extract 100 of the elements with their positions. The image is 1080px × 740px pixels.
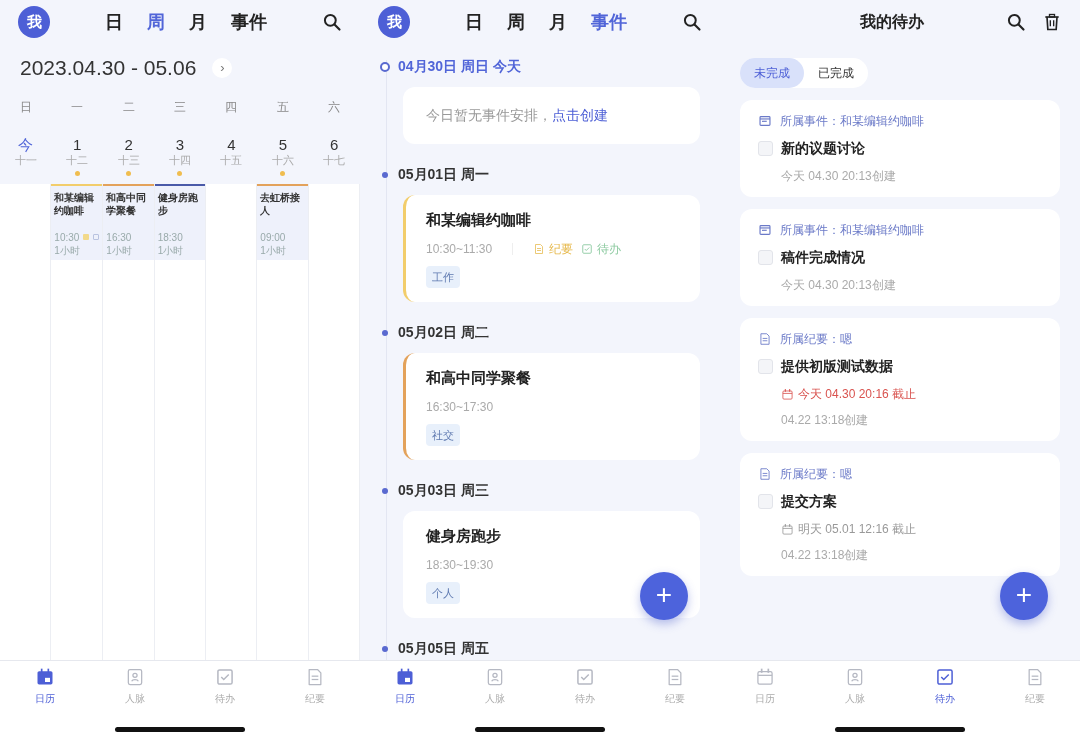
- event-block[interactable]: 健身房跑步 18:30 1小时: [154, 183, 205, 260]
- add-button[interactable]: +: [1000, 572, 1048, 620]
- event-time: 18:30: [157, 230, 183, 244]
- created-time: 04.22 13:18创建: [781, 547, 870, 564]
- event-icon: [758, 223, 772, 237]
- next-week-button[interactable]: ›: [212, 57, 233, 78]
- weekday-label: 五: [275, 98, 290, 116]
- event-block[interactable]: 和高中同学聚餐 16:30 1小时: [103, 183, 154, 260]
- tab-bar-item[interactable]: 待办: [900, 661, 990, 706]
- event-block[interactable]: 去虹桥接人 09:00 1小时: [257, 183, 308, 260]
- avatar[interactable]: 我: [378, 6, 410, 38]
- checkbox-icon: [575, 667, 595, 687]
- weekday-label: 三: [173, 98, 187, 116]
- contact-card-icon: [125, 667, 145, 687]
- day-number[interactable]: 2: [124, 135, 133, 154]
- source-link[interactable]: 所属纪要：嗯: [780, 330, 852, 348]
- search-icon[interactable]: [682, 12, 702, 32]
- deadline-text: 今天 04.30 20:16 截止: [798, 386, 917, 403]
- document-icon: [758, 332, 772, 346]
- view-tab[interactable]: 周: [507, 8, 525, 36]
- filter-tab[interactable]: 已完成: [804, 58, 868, 88]
- source-link[interactable]: 所属事件：和某编辑约咖啡: [780, 112, 924, 130]
- event-block[interactable]: 和某编辑约咖啡 10:30 1小时: [51, 183, 103, 260]
- trash-icon: [1042, 12, 1062, 32]
- search-icon[interactable]: [322, 12, 342, 32]
- event-time: 09:00: [260, 230, 286, 244]
- todo-title: 稿件完成情况: [781, 248, 865, 267]
- event-duration: 1小时: [260, 243, 287, 257]
- date-range: 2023.04.30 - 05.06: [20, 55, 197, 81]
- checkbox-icon: [935, 667, 955, 687]
- delete-button[interactable]: [1042, 12, 1062, 32]
- tab-bar-item[interactable]: 日历: [0, 661, 90, 706]
- event-title: 和某编辑约咖啡: [426, 210, 532, 230]
- todo-icon: [93, 234, 100, 240]
- event-title: 和某编辑约咖啡: [54, 190, 96, 217]
- event-icon: [758, 114, 772, 128]
- date-heading: 05月03日 周三: [398, 481, 490, 500]
- create-link[interactable]: 点击创建: [552, 107, 608, 123]
- lunar-date: 十四: [169, 153, 191, 167]
- day-number[interactable]: 5: [278, 135, 287, 154]
- event-title: 健身房跑步: [157, 190, 199, 217]
- checkbox[interactable]: [758, 359, 773, 374]
- created-time: 今天 04.30 20:13创建: [781, 168, 897, 185]
- view-tab[interactable]: 事件: [231, 8, 267, 36]
- lunar-date: 十五: [220, 153, 243, 167]
- view-tab[interactable]: 月: [549, 8, 567, 36]
- lunar-date: 十六: [271, 153, 294, 167]
- search-icon[interactable]: [1006, 12, 1026, 32]
- weekday-label: 日: [18, 98, 33, 116]
- contact-card-icon: [845, 667, 865, 687]
- filter-tab[interactable]: 未完成: [740, 58, 804, 88]
- event-card[interactable]: 和高中同学聚餐 16:30~17:30 社交: [403, 353, 700, 460]
- view-tab[interactable]: 周: [147, 8, 165, 36]
- day-number[interactable]: 6: [330, 135, 339, 154]
- checkbox[interactable]: [758, 141, 773, 156]
- calendar-icon: [755, 667, 775, 687]
- note-icon: [83, 234, 90, 240]
- day-number[interactable]: 4: [227, 135, 236, 154]
- view-tab[interactable]: 日: [465, 8, 483, 36]
- event-time: 16:30: [106, 230, 132, 244]
- todo-title: 新的议题讨论: [781, 139, 865, 158]
- day-number[interactable]: 今: [18, 135, 34, 154]
- lunar-date: 十二: [66, 153, 89, 167]
- contact-card-icon: [485, 667, 505, 687]
- event-duration: 1小时: [54, 243, 81, 257]
- calendar-icon: [781, 387, 794, 401]
- lunar-date: 十七: [323, 153, 346, 167]
- view-tab[interactable]: 日: [105, 8, 123, 36]
- checkbox[interactable]: [758, 250, 773, 265]
- event-title: 健身房跑步: [426, 526, 502, 546]
- todo-title: 提交方案: [781, 492, 837, 511]
- source-link[interactable]: 所属事件：和某编辑约咖啡: [780, 221, 924, 239]
- event-duration: 1小时: [106, 243, 133, 257]
- event-time: 10:30~11:30: [426, 240, 493, 258]
- date-heading: 05月01日 周一: [398, 165, 490, 184]
- event-time: 16:30~17:30: [426, 398, 494, 416]
- weekday-label: 六: [327, 98, 342, 116]
- avatar[interactable]: 我: [18, 6, 50, 38]
- date-heading: 04月30日 周日 今天: [398, 57, 521, 76]
- event-title: 去虹桥接人: [260, 190, 302, 217]
- category-tag: 社交: [426, 423, 460, 446]
- event-duration: 1小时: [157, 243, 185, 257]
- source-link[interactable]: 所属纪要：嗯: [780, 465, 852, 483]
- weekday-label: 一: [70, 98, 85, 116]
- weekday-label: 二: [121, 98, 136, 116]
- document-icon: [533, 242, 546, 255]
- checkbox-icon: [581, 242, 594, 255]
- deadline-text: 明天 05.01 12:16 截止: [798, 521, 917, 538]
- todo-title: 提供初版测试数据: [781, 357, 893, 376]
- category-tag: 个人: [426, 581, 460, 604]
- event-time: 10:30: [54, 230, 80, 244]
- day-number[interactable]: 1: [72, 135, 82, 154]
- day-number[interactable]: 3: [175, 135, 185, 154]
- tab-bar-item[interactable]: 日历: [360, 661, 450, 706]
- view-tab[interactable]: 月: [189, 8, 207, 36]
- date-heading: 05月05日 周五: [398, 639, 490, 658]
- created-time: 今天 04.30 20:13创建: [781, 277, 897, 294]
- weekday-label: 四: [224, 98, 239, 116]
- checkbox[interactable]: [758, 494, 773, 509]
- view-tab[interactable]: 事件: [591, 8, 627, 36]
